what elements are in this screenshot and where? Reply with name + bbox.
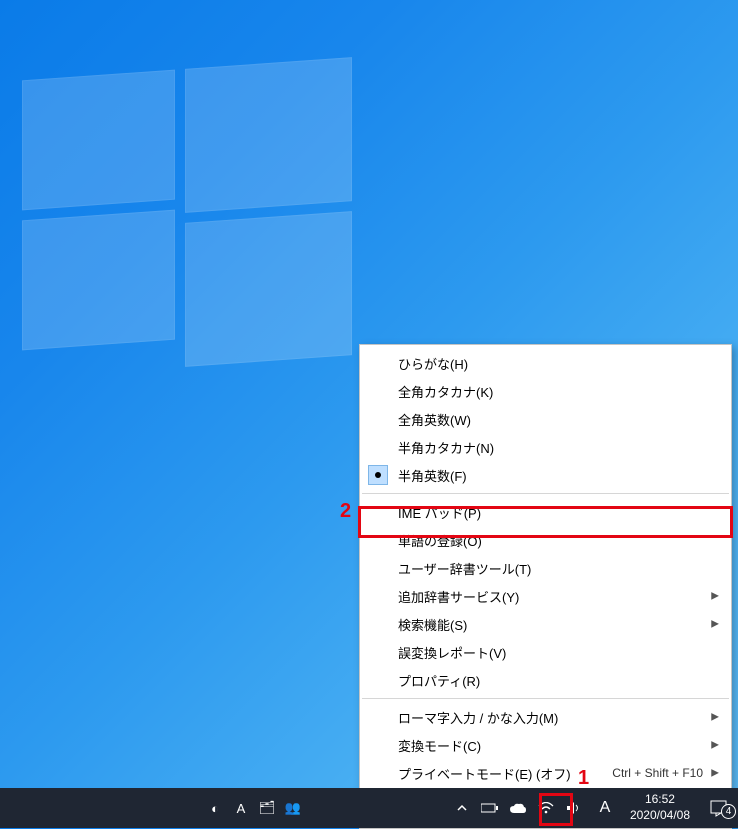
menu-item-label: 半角英数(F) [398,466,467,485]
menu-item-label: ローマ字入力 / かな入力(M) [398,708,558,727]
submenu-arrow-icon: ▶ [711,591,719,602]
annotation-1: 1 [578,767,589,790]
menu-item-label: 単語の登録(O) [398,531,482,550]
onedrive-icon[interactable] [504,788,532,828]
menu-item[interactable]: 追加辞書サービス(Y) ▶ [360,582,731,610]
menu-item-label: IME パッド(P) [398,503,481,522]
volume-icon[interactable] [560,788,588,828]
menu-item-label: 変換モード(C) [398,736,481,755]
menu-item-label: 追加辞書サービス(Y) [398,587,519,606]
menu-item[interactable]: ひらがな(H) [360,349,731,377]
ime-context-menu: ひらがな(H) 全角カタカナ(K) 全角英数(W) 半角カタカナ(N) 半角英数(F) I… [359,344,732,829]
menu-item-label: プロパティ(R) [398,671,480,690]
menu-item-label: 全角カタカナ(K) [398,382,493,401]
action-center-icon[interactable]: 4 [698,800,738,817]
submenu-arrow-icon: ▶ [711,740,719,751]
menu-item[interactable]: 変換モード(C) ▶ [360,731,731,759]
tray-chevron-up-icon[interactable] [448,788,476,828]
menu-item[interactable]: プロパティ(R) [360,666,731,694]
menu-item-label: ユーザー辞書ツール(T) [398,559,531,578]
tray-people-icon[interactable]: 👥 [283,798,303,818]
desktop-wallpaper: ひらがな(H) 全角カタカナ(K) 全角英数(W) 半角カタカナ(N) 半角英数(F) I… [0,0,738,788]
tray-folder-icon[interactable]: 🗂 [257,798,277,818]
menu-item[interactable]: 全角カタカナ(K) [360,377,731,405]
tray-ime-a-icon[interactable]: A [231,798,251,818]
submenu-arrow-icon: ▶ [711,768,719,779]
menu-item[interactable]: 誤変換レポート(V) [360,638,731,666]
submenu-arrow-icon: ▶ [711,712,719,723]
menu-item-label: 全角英数(W) [398,410,471,429]
taskbar: ◐ A 🗂 👥 A 16:52 2020/04/08 4 [0,788,738,828]
ime-mode-icon[interactable]: A [588,788,622,828]
menu-item[interactable]: ユーザー辞書ツール(T) [360,554,731,582]
windows-logo [22,63,352,353]
menu-item[interactable]: 全角英数(W) [360,405,731,433]
menu-item[interactable]: 単語の登録(O) [360,526,731,554]
tray-app-icon[interactable]: ◐ [205,798,225,818]
menu-item[interactable]: 検索機能(S) ▶ [360,610,731,638]
menu-item[interactable]: IME パッド(P) [360,498,731,526]
menu-item-label: 検索機能(S) [398,615,467,634]
battery-icon[interactable] [476,788,504,828]
menu-item-label: 半角カタカナ(N) [398,438,494,457]
clock-date: 2020/04/08 [630,808,690,824]
wifi-icon[interactable] [532,788,560,828]
menu-item-label: 誤変換レポート(V) [398,643,506,662]
clock-time: 16:52 [630,792,690,808]
menu-shortcut: Ctrl + Shift + F10 [612,766,703,780]
notification-badge: 4 [721,804,736,819]
menu-separator [362,698,729,699]
menu-item[interactable]: プライベートモード(E) (オフ) Ctrl + Shift + F10 ▶ [360,759,731,787]
menu-item[interactable]: ローマ字入力 / かな入力(M) ▶ [360,703,731,731]
annotation-2: 2 [340,500,351,523]
clock[interactable]: 16:52 2020/04/08 [622,792,698,823]
menu-item-label: プライベートモード(E) (オフ) [398,764,571,783]
radio-check-icon [368,465,388,485]
menu-item-label: ひらがな(H) [398,354,468,373]
menu-item[interactable]: 半角英数(F) [360,461,731,489]
menu-item[interactable]: 半角カタカナ(N) [360,433,731,461]
menu-separator [362,493,729,494]
submenu-arrow-icon: ▶ [711,619,719,630]
system-tray: A 16:52 2020/04/08 4 [448,788,738,828]
